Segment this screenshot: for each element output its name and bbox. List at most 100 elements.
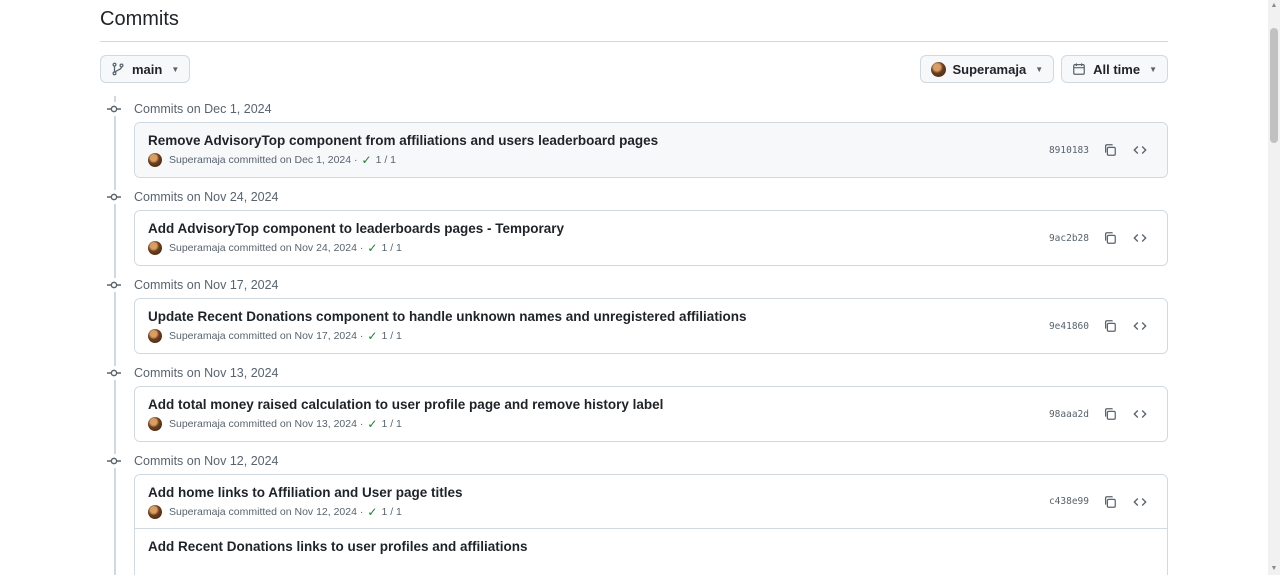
commit-group-date: Commits on Dec 1, 2024	[134, 102, 272, 116]
commit-sha-link[interactable]: 9ac2b28	[1049, 233, 1089, 244]
commit-group-heading: Commits on Nov 13, 2024	[100, 360, 1168, 386]
checks-status-count[interactable]: 1 / 1	[381, 242, 401, 254]
copy-icon[interactable]	[1101, 405, 1119, 423]
commit-actions: 8910183	[1049, 141, 1149, 159]
commit-message-link[interactable]: Update Recent Donations component to han…	[148, 309, 1154, 324]
commit-group-heading: Commits on Nov 24, 2024	[100, 184, 1168, 210]
checks-status-count[interactable]: 1 / 1	[381, 506, 401, 518]
avatar[interactable]	[148, 505, 162, 519]
commit-row[interactable]: Add Recent Donations links to user profi…	[135, 529, 1167, 575]
check-icon[interactable]: ✓	[367, 329, 377, 343]
commit-group: Commits on Dec 1, 2024 Remove AdvisoryTop…	[100, 96, 1168, 178]
git-commit-icon	[107, 454, 121, 468]
check-icon[interactable]: ✓	[367, 241, 377, 255]
page-title: Commits	[100, 8, 179, 30]
scrollbar-thumb[interactable]	[1270, 28, 1278, 143]
calendar-icon	[1072, 62, 1086, 76]
commit-meta: Superamaja committed on Dec 1, 2024 · ✓ 1 …	[148, 153, 1154, 167]
code-icon[interactable]	[1131, 317, 1149, 335]
copy-icon[interactable]	[1101, 141, 1119, 159]
vertical-scrollbar[interactable]: ▲ ▼	[1268, 0, 1280, 575]
code-icon[interactable]	[1131, 493, 1149, 511]
check-icon[interactable]: ✓	[367, 417, 377, 431]
time-filter-button[interactable]: All time ▼	[1061, 55, 1168, 83]
code-icon[interactable]	[1131, 405, 1149, 423]
author-filter-label: Superamaja	[952, 61, 1027, 77]
commit-date-text: committed on Nov 13, 2024 ·	[228, 418, 364, 430]
branch-label: main	[132, 61, 163, 77]
avatar[interactable]	[148, 417, 162, 431]
chevron-down-icon: ▼	[1149, 64, 1157, 74]
commit-group-heading: Commits on Nov 17, 2024	[100, 272, 1168, 298]
commit-sha-link[interactable]: 98aaa2d	[1049, 409, 1089, 420]
commit-group-date: Commits on Nov 24, 2024	[134, 190, 279, 204]
commit-sha-link[interactable]: c438e99	[1049, 496, 1089, 507]
commit-group-date: Commits on Nov 13, 2024	[134, 366, 279, 380]
chevron-down-icon: ▼	[171, 64, 180, 74]
commit-meta: Superamaja committed on Nov 12, 2024 · ✓ 1…	[148, 505, 1154, 519]
commit-list: Update Recent Donations component to han…	[134, 298, 1168, 354]
commit-list: Add AdvisoryTop component to leaderboard…	[134, 210, 1168, 266]
commit-group: Commits on Nov 17, 2024 Update Recent Don…	[100, 272, 1168, 354]
commit-author-link[interactable]: Superamaja	[169, 506, 226, 518]
commit-author-link[interactable]: Superamaja	[169, 154, 226, 166]
avatar[interactable]	[148, 329, 162, 343]
time-filter-label: All time	[1093, 61, 1141, 77]
commit-sha-link[interactable]: 9e41860	[1049, 321, 1089, 332]
commit-row[interactable]: Add AdvisoryTop component to leaderboard…	[135, 211, 1167, 265]
copy-icon[interactable]	[1101, 493, 1119, 511]
commit-meta: Superamaja committed on Nov 17, 2024 · ✓ 1…	[148, 329, 1154, 343]
commit-group-date: Commits on Nov 12, 2024	[134, 454, 279, 468]
git-branch-icon	[111, 62, 125, 76]
commit-date-text: committed on Dec 1, 2024 ·	[228, 154, 358, 166]
commit-date-text: committed on Nov 17, 2024 ·	[228, 330, 364, 342]
commit-message-link[interactable]: Add Recent Donations links to user profi…	[148, 539, 1154, 554]
avatar[interactable]	[148, 241, 162, 255]
commit-author-link[interactable]: Superamaja	[169, 418, 226, 430]
commit-group-heading: Commits on Dec 1, 2024	[100, 96, 1168, 122]
commit-message-link[interactable]: Add home links to Affiliation and User p…	[148, 485, 1154, 500]
git-commit-icon	[107, 190, 121, 204]
code-icon[interactable]	[1131, 229, 1149, 247]
toolbar: main ▼ Superamaja ▼ All time ▼	[100, 55, 1168, 83]
commit-group: Commits on Nov 13, 2024 Add total money r…	[100, 360, 1168, 442]
checks-status-count[interactable]: 1 / 1	[376, 154, 396, 166]
git-commit-icon	[107, 278, 121, 292]
commit-row[interactable]: Remove AdvisoryTop component from affili…	[135, 123, 1167, 177]
commit-row[interactable]: Add home links to Affiliation and User p…	[135, 475, 1167, 529]
check-icon[interactable]: ✓	[367, 505, 377, 519]
commit-list: Remove AdvisoryTop component from affili…	[134, 122, 1168, 178]
commit-group: Commits on Nov 24, 2024 Add AdvisoryTop c…	[100, 184, 1168, 266]
chevron-down-icon: ▼	[1035, 64, 1044, 74]
commit-groups: Commits on Dec 1, 2024 Remove AdvisoryTop…	[100, 96, 1168, 575]
checks-status-count[interactable]: 1 / 1	[381, 418, 401, 430]
commit-date-text: committed on Nov 12, 2024 ·	[228, 506, 364, 518]
title-row: Commits	[100, 0, 1168, 42]
checks-status-count[interactable]: 1 / 1	[381, 330, 401, 342]
commit-message-link[interactable]: Add total money raised calculation to us…	[148, 397, 1154, 412]
check-icon[interactable]: ✓	[362, 153, 372, 167]
commit-list: Add home links to Affiliation and User p…	[134, 474, 1168, 575]
commit-actions: 9ac2b28	[1049, 229, 1149, 247]
commit-actions: 9e41860	[1049, 317, 1149, 335]
commit-message-link[interactable]: Remove AdvisoryTop component from affili…	[148, 133, 1154, 148]
commit-group: Commits on Nov 12, 2024 Add home links to…	[100, 448, 1168, 575]
commit-sha-link[interactable]: 8910183	[1049, 145, 1089, 156]
code-icon[interactable]	[1131, 141, 1149, 159]
avatar[interactable]	[148, 153, 162, 167]
copy-icon[interactable]	[1101, 317, 1119, 335]
commit-meta: Superamaja committed on Nov 24, 2024 · ✓ 1…	[148, 241, 1154, 255]
commit-row[interactable]: Add total money raised calculation to us…	[135, 387, 1167, 441]
copy-icon[interactable]	[1101, 229, 1119, 247]
author-filter-button[interactable]: Superamaja ▼	[920, 55, 1055, 83]
commit-author-link[interactable]: Superamaja	[169, 330, 226, 342]
commit-group-date: Commits on Nov 17, 2024	[134, 278, 279, 292]
commit-author-link[interactable]: Superamaja	[169, 242, 226, 254]
commit-message-link[interactable]: Add AdvisoryTop component to leaderboard…	[148, 221, 1154, 236]
scroll-up-arrow-icon[interactable]: ▲	[1270, 2, 1278, 10]
filter-tools: Superamaja ▼ All time ▼	[920, 55, 1168, 83]
scroll-down-arrow-icon[interactable]: ▼	[1270, 565, 1278, 573]
commit-row[interactable]: Update Recent Donations component to han…	[135, 299, 1167, 353]
branch-select-button[interactable]: main ▼	[100, 55, 191, 83]
commit-date-text: committed on Nov 24, 2024 ·	[228, 242, 364, 254]
